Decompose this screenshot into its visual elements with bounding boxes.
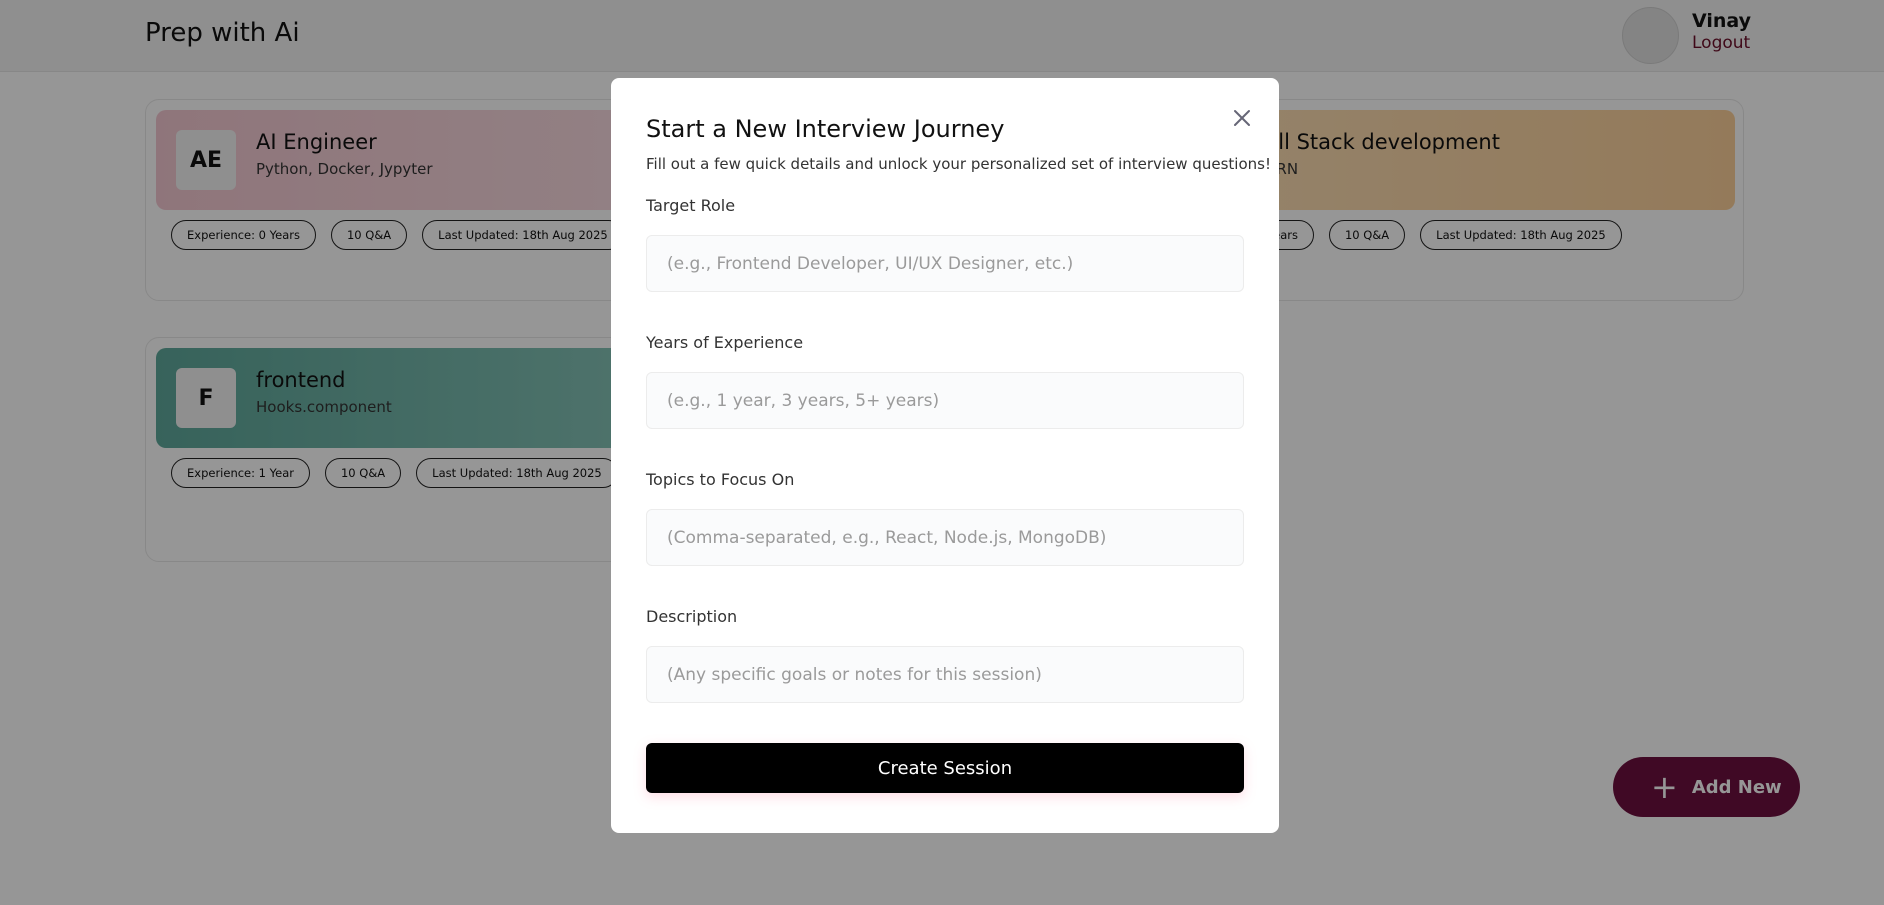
create-session-button[interactable]: Create Session [646, 743, 1244, 793]
new-session-modal: Start a New Interview Journey Fill out a… [611, 78, 1279, 833]
description-label: Description [646, 607, 738, 626]
experience-label: Years of Experience [646, 333, 804, 352]
description-input[interactable] [646, 646, 1244, 703]
modal-subtitle: Fill out a few quick details and unlock … [646, 155, 1271, 173]
experience-input[interactable] [646, 372, 1244, 429]
target-role-input[interactable] [646, 235, 1244, 292]
modal-title: Start a New Interview Journey [646, 115, 1005, 143]
target-role-label: Target Role [646, 196, 736, 215]
topics-input[interactable] [646, 509, 1244, 566]
close-icon[interactable] [1228, 104, 1256, 132]
topics-label: Topics to Focus On [646, 470, 795, 489]
